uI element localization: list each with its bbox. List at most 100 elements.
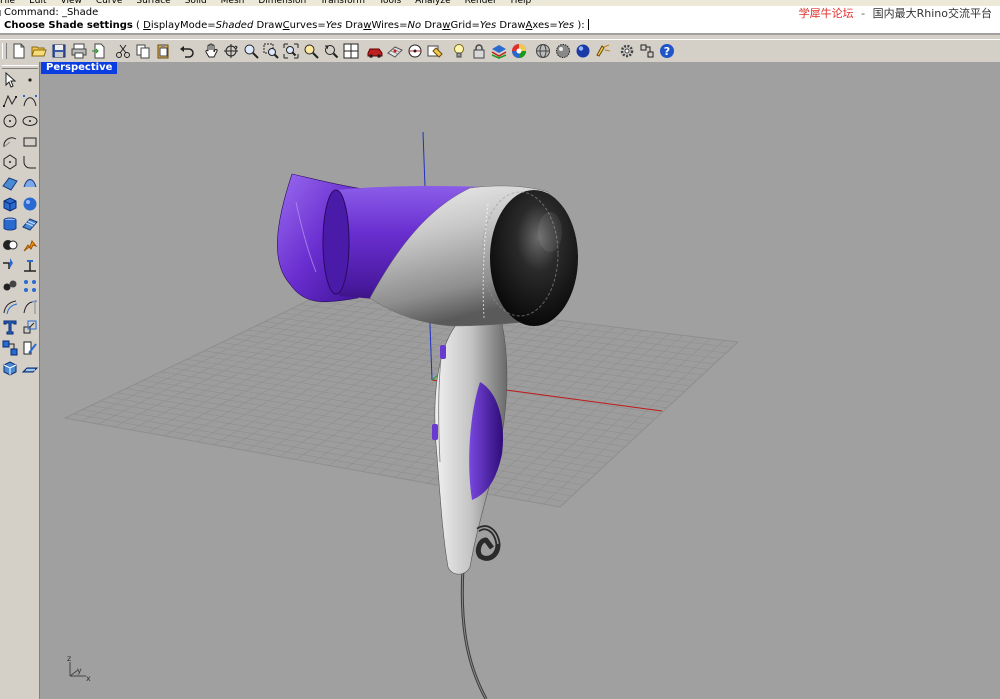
cut-button[interactable] [113,42,132,61]
sidebar-row [0,70,40,90]
point-button[interactable] [20,70,40,90]
open-button[interactable] [29,42,48,61]
lock-button[interactable] [469,42,488,61]
cube-view-button[interactable] [0,358,20,378]
boolean-button[interactable] [0,235,20,255]
paste-button[interactable] [153,42,172,61]
explode-icon [22,237,38,253]
help-button[interactable]: ? [657,42,676,61]
offset-button[interactable] [0,297,20,317]
mesh-plane-button[interactable] [20,214,40,234]
extend-icon [22,299,38,315]
display-shaded-button[interactable] [533,42,552,61]
object-properties-button[interactable] [425,42,444,61]
color-wheel-icon [511,43,527,59]
undo-button[interactable] [177,42,196,61]
zoom-extents-button[interactable] [281,42,300,61]
zoom-button[interactable] [241,42,260,61]
new-button[interactable] [9,42,28,61]
polygon-button[interactable] [0,152,20,172]
dimension-button[interactable] [0,338,20,358]
car-button[interactable] [365,42,384,61]
sidebar-row [0,317,40,337]
fillet-curves-button[interactable] [20,152,40,172]
group-button[interactable] [0,276,20,296]
select-arrow-button[interactable] [0,70,20,90]
pan-hand-button[interactable] [201,42,220,61]
sidebar-row [0,255,40,275]
explode-button[interactable] [20,235,40,255]
fillet-curves-icon [22,154,38,170]
sidebar-row [0,276,40,296]
ground-plane-button[interactable] [20,358,40,378]
undo-view-icon [323,43,339,59]
perspective-viewport[interactable]: z y x Perspective [40,62,1000,699]
rotate-view-button[interactable] [221,42,240,61]
option-text: isplayMode [150,20,208,31]
option-hotkey: D [143,20,151,31]
shade-option[interactable]: DrawCurves=Yes [257,20,343,31]
toolbar-grip[interactable] [2,43,7,59]
grid-snap-button[interactable] [385,42,404,61]
grid-snap-icon [386,43,403,59]
layer-button[interactable] [489,42,508,61]
sidebar-row [0,338,40,358]
transform-button[interactable] [20,338,40,358]
ellipse-button[interactable] [20,111,40,131]
object-properties-icon [427,43,443,59]
trim-button[interactable] [20,255,40,275]
option-text: urves [289,20,318,31]
sphere-button[interactable] [20,194,40,214]
extend-button[interactable] [20,297,40,317]
text-caret [587,19,589,30]
osnap-button[interactable] [405,42,424,61]
circle-button[interactable] [0,111,20,131]
rectangle-button[interactable] [20,132,40,152]
print-button[interactable] [69,42,88,61]
zoom-selected-button[interactable] [301,42,320,61]
sphere-icon [22,196,38,212]
command-label: Command: [4,7,59,18]
option-value: No [407,20,422,31]
options-gear-button[interactable] [617,42,636,61]
render-sphere-button[interactable] [573,42,592,61]
light-button[interactable] [593,42,612,61]
polygon-icon [2,154,18,170]
array-icon [22,278,38,294]
rendered-button[interactable] [553,42,572,61]
curve-control-points-button[interactable] [20,91,40,111]
copy-button[interactable] [133,42,152,61]
command-prompt[interactable]: Choose Shade settings ( DisplayMode=Shad… [0,19,1000,35]
array-button[interactable] [20,276,40,296]
shade-option[interactable]: DrawWires=No [345,20,421,31]
main-toolbar-left [0,62,40,699]
shade-option[interactable]: DisplayMode=Shaded [143,20,253,31]
light-bulb-button[interactable] [449,42,468,61]
shade-option[interactable]: DrawGrid=Yes [424,20,496,31]
four-viewports-button[interactable] [341,42,360,61]
save-button[interactable] [49,42,68,61]
scale-button[interactable] [20,317,40,337]
standard-toolbar: ? [0,39,1000,63]
import-button[interactable] [89,42,108,61]
paste-icon [155,43,171,59]
shade-option[interactable]: DrawAxes=Yes [499,20,574,31]
sidebar-grip[interactable] [2,65,38,69]
text-button[interactable] [0,317,20,337]
box-button[interactable] [0,194,20,214]
split-button[interactable] [0,255,20,275]
polyline-button[interactable] [0,91,20,111]
axes-widget: z y x [67,654,91,683]
arc-button[interactable] [0,132,20,152]
viewport-title-tab[interactable]: Perspective [41,62,118,74]
tools-button[interactable] [637,42,656,61]
undo-view-button[interactable] [321,42,340,61]
surface-loft-button[interactable] [20,173,40,193]
surface-corners-button[interactable] [0,173,20,193]
color-wheel-button[interactable] [509,42,528,61]
cube-view-icon [2,360,18,376]
boolean-icon [2,237,18,253]
zoom-window-button[interactable] [261,42,280,61]
arc-icon [2,134,18,150]
cylinder-button[interactable] [0,214,20,234]
